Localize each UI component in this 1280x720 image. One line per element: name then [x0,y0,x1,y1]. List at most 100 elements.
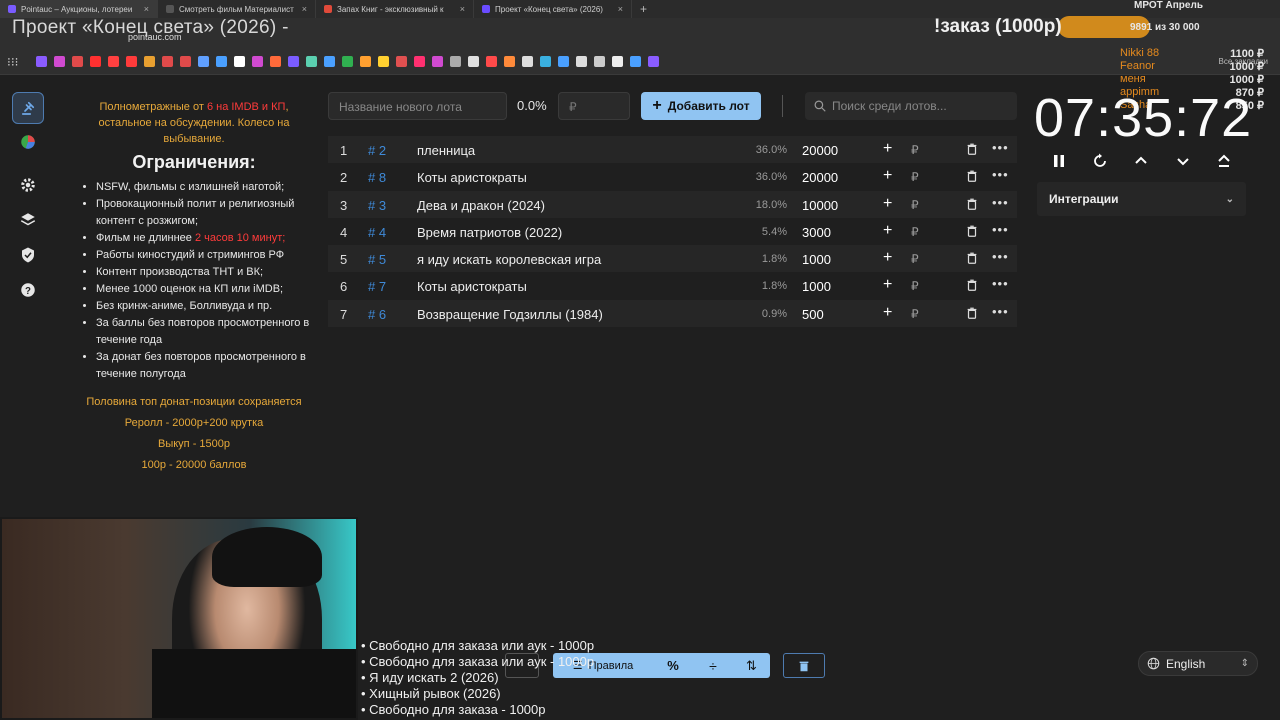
more-options-icon[interactable]: ••• [992,140,1009,155]
chevron-up-icon[interactable] [1131,151,1151,171]
lot-amount[interactable]: 20000 [802,143,838,158]
reset-timer-icon[interactable] [1090,151,1110,171]
browser-tab[interactable]: Pointauc – Аукционы, лотереи × [0,0,158,18]
trash-icon[interactable] [965,197,979,214]
bookmark-icon[interactable] [234,55,245,67]
layers-icon[interactable] [12,204,44,236]
lot-amount[interactable]: 500 [802,307,824,322]
bookmark-icon[interactable] [612,55,623,67]
bookmark-icon[interactable] [324,55,335,67]
lot-id-link[interactable]: # 3 [368,198,386,213]
bookmark-icon[interactable] [252,55,263,67]
add-amount-icon[interactable]: + [883,222,892,240]
pause-icon[interactable] [1049,151,1069,171]
shield-icon[interactable] [12,239,44,271]
bookmark-icon[interactable] [396,55,407,67]
clear-lots-button[interactable] [783,653,825,678]
bookmark-icon[interactable] [576,55,587,67]
bookmark-icon[interactable] [630,55,641,67]
trash-icon[interactable] [965,224,979,241]
lot-amount[interactable]: 3000 [802,225,831,240]
add-amount-icon[interactable]: + [883,276,892,294]
double-chevron-up-icon[interactable] [1214,151,1234,171]
bookmark-icon[interactable] [216,55,227,67]
lot-id-link[interactable]: # 5 [368,252,386,267]
bookmark-icon[interactable] [486,55,497,67]
browser-tab[interactable]: Проект «Конец света» (2026) × [474,0,632,18]
bookmark-icon[interactable] [198,55,209,67]
bookmark-icon[interactable] [126,55,137,67]
language-select[interactable]: English ⇕ [1138,651,1258,676]
browser-tab[interactable]: Запах Книг - эксклюзивный к × [316,0,474,18]
more-options-icon[interactable]: ••• [992,195,1009,210]
trash-icon[interactable] [965,306,979,323]
bookmark-icon[interactable] [504,55,515,67]
bookmark-icon[interactable] [36,55,47,67]
bookmark-icon[interactable] [306,55,317,67]
sort-icon[interactable]: ⇅ [733,653,770,678]
add-amount-icon[interactable]: + [883,140,892,158]
more-options-icon[interactable]: ••• [992,276,1009,291]
apps-grid-icon[interactable]: ⁝⁝⁝ [7,55,18,69]
trash-icon[interactable] [965,278,979,295]
lot-id-link[interactable]: # 6 [368,307,386,322]
add-amount-icon[interactable]: + [883,167,892,185]
add-amount-icon[interactable]: + [883,249,892,267]
integrations-dropdown[interactable]: Интеграции ⌄ [1037,182,1246,216]
lot-name[interactable]: Возвращение Годзиллы (1984) [417,307,603,322]
lot-id-link[interactable]: # 7 [368,279,386,294]
bookmark-icon[interactable] [594,55,605,67]
trash-icon[interactable] [965,142,979,159]
lot-name[interactable]: Дева и дракон (2024) [417,198,545,213]
lot-name[interactable]: Коты аристократы [417,170,527,185]
bookmark-icon[interactable] [432,55,443,67]
bookmark-icon[interactable] [648,55,659,67]
close-tab-icon[interactable]: × [618,4,623,14]
new-tab-icon[interactable]: + [632,2,655,16]
add-amount-icon[interactable]: + [883,195,892,213]
chevron-down-icon[interactable] [1173,151,1193,171]
more-options-icon[interactable]: ••• [992,222,1009,237]
more-options-icon[interactable]: ••• [992,249,1009,264]
bookmark-icon[interactable] [288,55,299,67]
new-lot-name-input[interactable]: Название нового лота [328,92,507,120]
bookmark-icon[interactable] [450,55,461,67]
lot-id-link[interactable]: # 2 [368,143,386,158]
split-toggle-icon[interactable]: ÷ [693,653,733,678]
bookmark-icon[interactable] [90,55,101,67]
new-lot-amount-input[interactable]: ₽ [558,92,630,120]
close-tab-icon[interactable]: × [302,4,307,14]
lot-name[interactable]: Коты аристократы [417,279,527,294]
lot-name[interactable]: Время патриотов (2022) [417,225,562,240]
lot-id-link[interactable]: # 8 [368,170,386,185]
trash-icon[interactable] [965,251,979,268]
lot-search-input[interactable]: Поиск среди лотов... [805,92,1017,120]
lot-name[interactable]: пленница [417,143,475,158]
browser-tab[interactable]: Смотреть фильм Материалист × [158,0,316,18]
lot-amount[interactable]: 1000 [802,279,831,294]
lot-amount[interactable]: 1000 [802,252,831,267]
bookmark-icon[interactable] [144,55,155,67]
percent-toggle-button[interactable]: % [653,653,693,678]
bookmark-icon[interactable] [162,55,173,67]
bookmark-icon[interactable] [468,55,479,67]
bookmark-icon[interactable] [522,55,533,67]
add-lot-button[interactable]: + Добавить лот [641,92,761,120]
help-icon[interactable]: ? [12,274,44,306]
close-tab-icon[interactable]: × [144,4,149,14]
auction-hammer-icon[interactable] [12,92,44,124]
bookmark-icon[interactable] [180,55,191,67]
add-amount-icon[interactable]: + [883,304,892,322]
bookmark-icon[interactable] [360,55,371,67]
bookmark-icon[interactable] [414,55,425,67]
lot-id-link[interactable]: # 4 [368,225,386,240]
bookmark-icon[interactable] [108,55,119,67]
bookmark-icon[interactable] [540,55,551,67]
bookmark-icon[interactable] [342,55,353,67]
bookmark-icon[interactable] [558,55,569,67]
wheel-pie-icon[interactable] [12,126,44,158]
bookmark-icon[interactable] [378,55,389,67]
lot-amount[interactable]: 20000 [802,170,838,185]
close-tab-icon[interactable]: × [460,4,465,14]
bookmark-icon[interactable] [54,55,65,67]
